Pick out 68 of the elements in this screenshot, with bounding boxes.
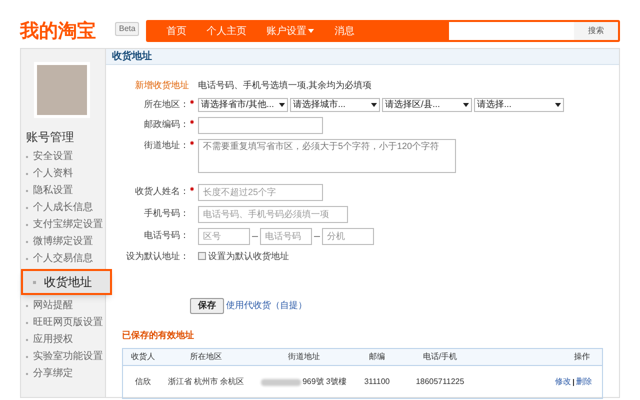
postal-code-field[interactable] — [198, 116, 323, 134]
sidebar-title: 账号管理 — [26, 129, 74, 146]
sidebar-item[interactable]: 隐私设置 — [26, 182, 73, 199]
column-header: 街道地址 — [287, 351, 321, 363]
region-select[interactable]: 请选择... — [474, 98, 564, 112]
caret-icon — [371, 102, 377, 106]
sidebar-item[interactable]: 安全设置 — [26, 148, 73, 165]
nav-link[interactable]: 首页 — [156, 24, 196, 38]
field-label: 设为默认地址： — [126, 250, 189, 262]
table-cell-text: 311100 — [363, 376, 391, 388]
sidebar-item[interactable]: 个人资料 — [26, 165, 73, 182]
caret-icon — [279, 102, 285, 106]
search-field[interactable] — [449, 22, 574, 40]
beta-badge: Beta — [115, 22, 140, 36]
caret-icon — [463, 102, 469, 106]
panel-title: 收货地址 — [112, 50, 152, 64]
checkbox-label: 设置为默认收货地址 — [208, 250, 289, 262]
sidebar-item[interactable]: 应用授权 — [26, 331, 73, 348]
phone-field[interactable]: 分机 — [322, 228, 374, 244]
action-link[interactable]: 删除 — [576, 376, 592, 388]
caret-icon — [308, 29, 314, 33]
field-label: 街道地址： — [144, 138, 189, 152]
caret-icon — [555, 102, 561, 106]
table-cell-text: 浙江省 杭州市 余杭区 — [166, 376, 246, 388]
table-cell: 969號 3號樓 — [302, 376, 347, 388]
column-header: 操作 — [573, 351, 591, 363]
field-label: 电话号码： — [144, 229, 189, 242]
sidebar-item[interactable]: 分享绑定 — [26, 365, 73, 382]
column-header: 邮编 — [368, 351, 386, 363]
region-select[interactable]: 请选择省市/其他... — [198, 98, 288, 112]
phone-field[interactable]: 区号 — [198, 228, 250, 244]
street-address-field[interactable]: 不需要重复填写省市区，必须大于5个字符，小于120个字符 — [198, 138, 456, 172]
pickup-link[interactable]: 使用代收货（自提） — [226, 299, 307, 313]
field-label: 收货人姓名： — [135, 185, 189, 198]
form-note: 电话号码、手机号选填一项,其余均为必填项 — [198, 79, 372, 92]
column-header: 所在地区 — [189, 351, 223, 363]
save-button[interactable]: 保存 — [190, 298, 224, 314]
checkbox[interactable] — [198, 252, 206, 260]
form-heading: 新增收货地址 — [135, 80, 189, 90]
logo[interactable]: 我的淘宝 — [20, 22, 115, 40]
blurred-text-drawing — [261, 378, 302, 386]
nav-link[interactable]: 消息 — [324, 24, 364, 38]
region-select[interactable]: 请选择区/县... — [382, 98, 472, 112]
sidebar-item[interactable]: 微博绑定设置 — [26, 233, 93, 250]
field-label: 邮政编码： — [144, 118, 189, 132]
column-header: 收货人 — [130, 351, 156, 363]
column-header: 电话/手机 — [422, 351, 458, 363]
sidebar-item[interactable]: 收货地址 — [21, 269, 112, 295]
sidebar-item[interactable]: 旺旺网页版设置 — [26, 314, 103, 331]
table-cell-text: 18605711225 — [414, 376, 466, 388]
sidebar-item[interactable]: 个人交易信息 — [26, 250, 93, 267]
search-button[interactable]: 搜索 — [574, 22, 618, 40]
sidebar-item[interactable]: 个人成长信息 — [26, 199, 93, 216]
sidebar-item[interactable]: 支付宝绑定设置 — [26, 216, 103, 233]
name-field[interactable]: 长度不超过25个字 — [198, 184, 323, 200]
region-select[interactable]: 请选择城市... — [290, 98, 380, 112]
phone-field[interactable]: 电话号码 — [260, 228, 312, 244]
saved-addresses-title: 已保存的有效地址 — [122, 330, 194, 340]
nav-link[interactable]: 个人主页 — [196, 24, 256, 38]
sidebar-item[interactable]: 网站提醒 — [26, 297, 73, 314]
mobile-field[interactable]: 电话号码、手机号码必须填一项 — [198, 206, 348, 222]
sidebar-item[interactable]: 实验室功能设置 — [26, 348, 103, 365]
table-cell-text: 信欣 — [134, 376, 152, 388]
field-label: 手机号码： — [144, 207, 189, 220]
nav-link[interactable]: 账户设置 — [256, 24, 324, 38]
avatar-photo-placeholder — [34, 62, 90, 118]
action-link[interactable]: 修改 — [555, 376, 571, 388]
field-label: 所在地区： — [144, 98, 189, 111]
